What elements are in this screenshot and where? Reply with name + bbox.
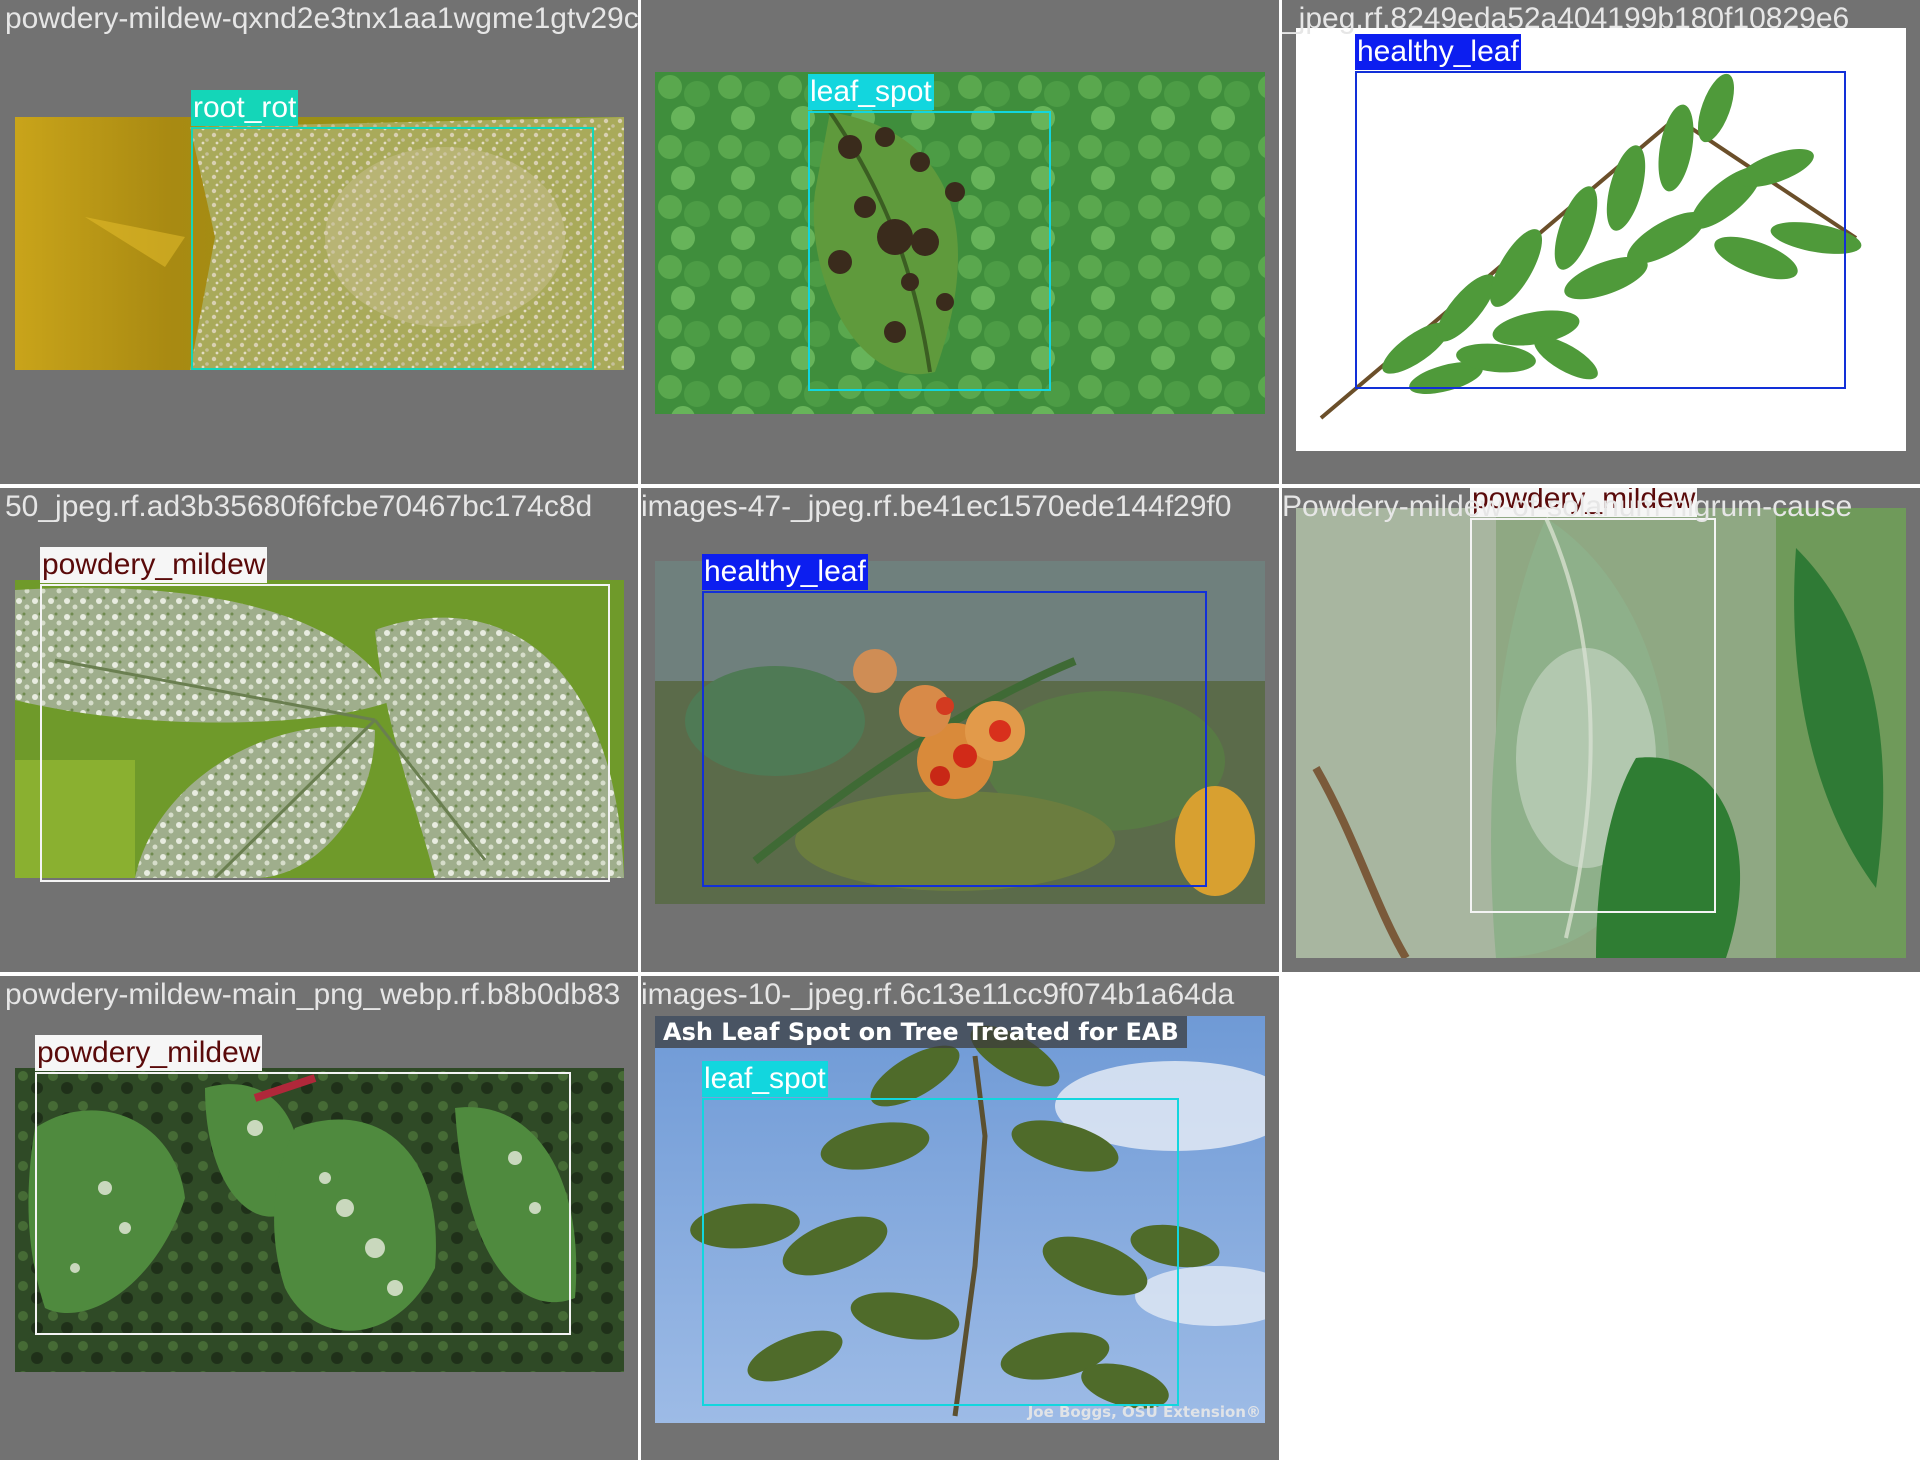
image-filename: powdery-mildew-qxnd2e3tnx1aa1wgme1gtv29c… [5,2,638,35]
detection-label: powdery_mildew [1470,488,1698,517]
tile-2: leaf_spot [641,0,1279,484]
bounding-box [702,1098,1179,1406]
tile-8: Ash Leaf Spot on Tree Treated for EAB Jo… [641,976,1279,1460]
detection-label: powdery_mildew [40,547,268,583]
image-caption: Ash Leaf Spot on Tree Treated for EAB [655,1016,1187,1048]
tile-1: powdery-mildew-qxnd2e3tnx1aa1wgme1gtv29c… [0,0,638,484]
detection-label: powdery_mildew [35,1035,263,1071]
detection-mosaic: powdery-mildew-qxnd2e3tnx1aa1wgme1gtv29c… [0,0,1920,1464]
image-filename: images-47-_jpeg.rf.be41ec1570ede144f29f0 [641,490,1232,523]
bounding-box [191,127,594,370]
image-filename: images-10-_jpeg.rf.6c13e11cc9f074b1a64da [641,978,1235,1011]
bounding-box [808,111,1051,391]
detection-label: healthy_leaf [1355,34,1521,70]
tile-3: _jpeg.rf.8249eda52a404199b180f10829e6 he… [1282,0,1920,484]
image-filename: powdery-mildew-main_png_webp.rf.b8b0db83 [5,978,621,1011]
detection-label: leaf_spot [808,74,934,110]
tile-5: images-47-_jpeg.rf.be41ec1570ede144f29f0… [641,488,1279,972]
tile-4: 50_jpeg.rf.ad3b35680f6fcbe70467bc174c8d … [0,488,638,972]
bounding-box [1470,518,1716,913]
image-filename: 50_jpeg.rf.ad3b35680f6fcbe70467bc174c8d [5,490,593,523]
bounding-box [702,591,1207,887]
detection-label: leaf_spot [702,1061,828,1097]
tile-6: Powdery-mildew-of-solanum-nigrum-cause p… [1282,488,1920,972]
bounding-box [40,584,610,882]
tile-7: powdery-mildew-main_png_webp.rf.b8b0db83… [0,976,638,1460]
detection-label: root_rot [191,90,299,126]
bounding-box [1355,71,1846,389]
bounding-box [35,1072,571,1335]
detection-label: healthy_leaf [702,554,868,590]
